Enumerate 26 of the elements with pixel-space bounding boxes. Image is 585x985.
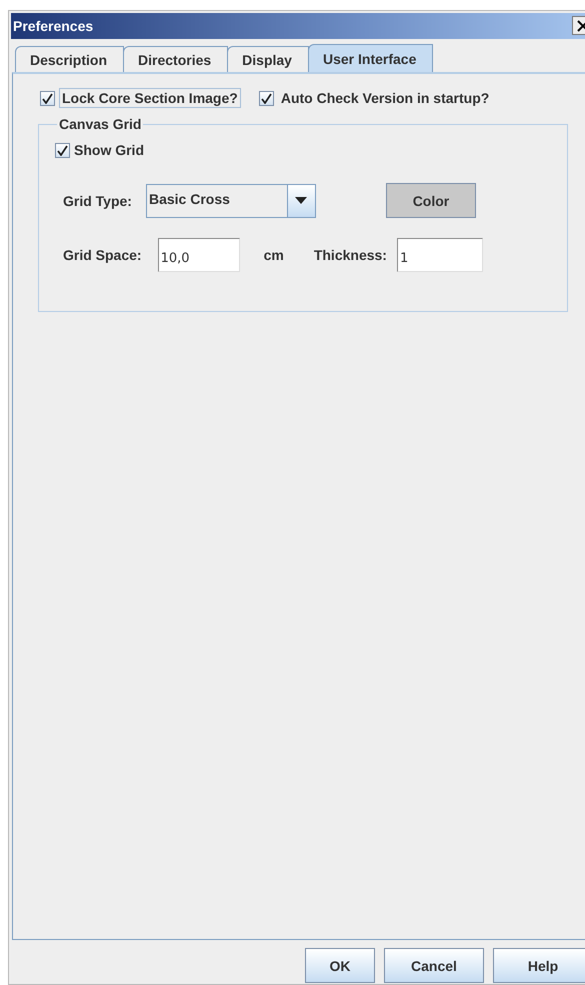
checkbox[interactable] [40, 90, 55, 106]
check-icon [57, 144, 68, 156]
grid-space-field[interactable]: 10,0 [158, 238, 240, 272]
unit-label: cm [264, 247, 284, 263]
tab[interactable]: User Interface [308, 44, 434, 72]
field-label: Grid Type: [63, 192, 132, 208]
checkbox-label[interactable]: Lock Core Section Image? [59, 88, 241, 108]
dialog-button[interactable]: OK [305, 948, 375, 983]
dialog-button[interactable]: Help [493, 948, 585, 983]
color-button[interactable]: Color [386, 183, 476, 218]
tab[interactable]: Description [15, 46, 124, 72]
window-title: Preferences [13, 18, 94, 34]
checkbox-label[interactable]: Auto Check Version in startup? [278, 88, 492, 108]
dropdown-button[interactable] [286, 184, 315, 216]
checkbox-label[interactable]: Show Grid [74, 142, 144, 158]
field-label: Grid Space: [63, 247, 142, 263]
group-title: Canvas Grid [58, 116, 142, 132]
caret-icon [295, 197, 308, 204]
grid-type-dropdown[interactable]: Basic Cross [146, 184, 316, 218]
thickness-field[interactable]: 1 [396, 238, 483, 272]
checkbox[interactable] [55, 142, 70, 158]
field-label: Thickness: [314, 247, 387, 263]
check-icon [42, 92, 53, 104]
check-icon [260, 92, 272, 104]
checkbox[interactable] [258, 90, 274, 106]
dialog-button[interactable]: Cancel [384, 948, 484, 983]
